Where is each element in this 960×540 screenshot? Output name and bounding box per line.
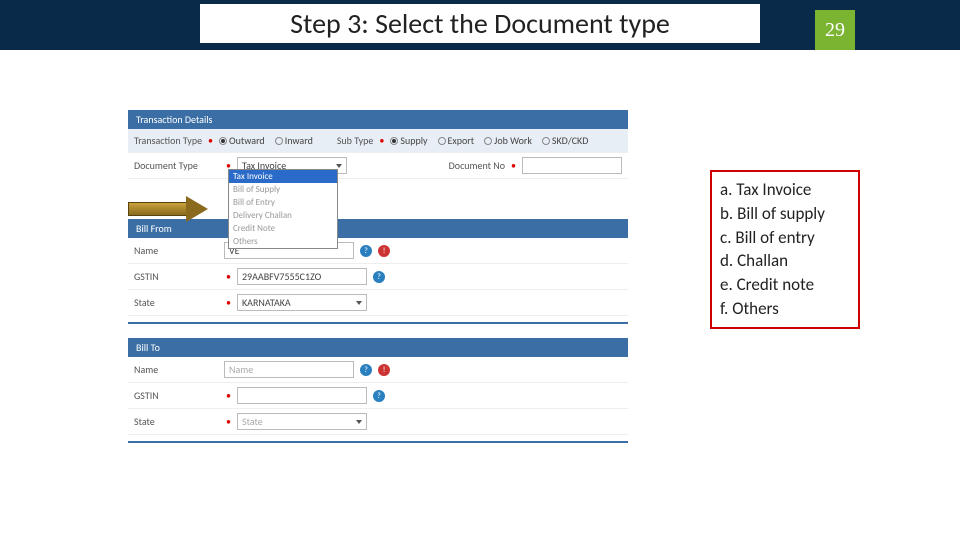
name-label: Name <box>134 363 220 376</box>
required-marker: • <box>226 415 231 428</box>
form-screenshot: Transaction Details Transaction Type • O… <box>128 110 628 443</box>
chevron-down-icon <box>356 301 362 305</box>
slide-number: 29 <box>815 10 855 50</box>
radio-jobwork[interactable]: Job Work <box>484 134 532 147</box>
chevron-down-icon <box>336 164 342 168</box>
chevron-down-icon <box>356 420 362 424</box>
legend-item: b. Bill of supply <box>720 202 850 226</box>
legend-item: a. Tax Invoice <box>720 178 850 202</box>
document-no-label: Document No <box>449 159 505 172</box>
help-icon[interactable]: ? <box>373 271 385 283</box>
gstin-label: GSTIN <box>134 270 220 283</box>
document-no-input[interactable] <box>522 157 622 174</box>
dropdown-option[interactable]: Bill of Supply <box>229 183 337 196</box>
document-type-label: Document Type <box>134 159 220 172</box>
sub-type-label: Sub Type <box>337 134 374 147</box>
dropdown-option[interactable]: Delivery Challan <box>229 209 337 222</box>
error-icon[interactable]: ! <box>378 364 390 376</box>
page-title: Step 3: Select the Document type <box>200 4 760 43</box>
arrow-right-icon <box>186 196 208 222</box>
required-marker: • <box>226 389 231 402</box>
section-transaction-details: Transaction Details <box>128 110 628 129</box>
state-label: State <box>134 415 220 428</box>
dropdown-option[interactable]: Tax Invoice <box>229 170 337 183</box>
required-marker: • <box>226 270 231 283</box>
error-icon[interactable]: ! <box>378 245 390 257</box>
dropdown-option[interactable]: Bill of Entry <box>229 196 337 209</box>
legend-item: e. Credit note <box>720 273 850 297</box>
help-icon[interactable]: ? <box>360 364 372 376</box>
gstin-to-input[interactable] <box>237 387 367 404</box>
arrow-callout <box>128 198 218 220</box>
state-to-select[interactable]: State <box>237 413 367 430</box>
radio-export[interactable]: Export <box>438 134 475 147</box>
radio-supply[interactable]: Supply <box>390 134 427 147</box>
radio-inward[interactable]: Inward <box>275 134 313 147</box>
state-label: State <box>134 296 220 309</box>
help-icon[interactable]: ? <box>373 390 385 402</box>
radio-outward[interactable]: Outward <box>219 134 265 147</box>
section-bill-to: Bill To <box>128 338 628 357</box>
name-to-input[interactable]: Name <box>224 361 354 378</box>
gstin-label: GSTIN <box>134 389 220 402</box>
legend-item: c. Bill of entry <box>720 226 850 250</box>
legend-item: d. Challan <box>720 249 850 273</box>
gstin-from-input[interactable]: 29AABFV7555C1ZO <box>237 268 367 285</box>
state-from-select[interactable]: KARNATAKA <box>237 294 367 311</box>
required-marker: • <box>379 134 384 147</box>
legend-box: a. Tax Invoice b. Bill of supply c. Bill… <box>710 170 860 329</box>
legend-item: f. Others <box>720 297 850 321</box>
dropdown-option[interactable]: Others <box>229 235 337 248</box>
document-type-dropdown[interactable]: Tax Invoice Bill of Supply Bill of Entry… <box>228 169 338 249</box>
transaction-type-label: Transaction Type <box>134 134 202 147</box>
required-marker: • <box>226 296 231 309</box>
name-label: Name <box>134 244 220 257</box>
required-marker: • <box>511 159 516 172</box>
help-icon[interactable]: ? <box>360 245 372 257</box>
divider <box>128 441 628 443</box>
radio-skd[interactable]: SKD/CKD <box>542 134 588 147</box>
dropdown-option[interactable]: Credit Note <box>229 222 337 235</box>
divider <box>128 322 628 324</box>
required-marker: • <box>208 134 213 147</box>
